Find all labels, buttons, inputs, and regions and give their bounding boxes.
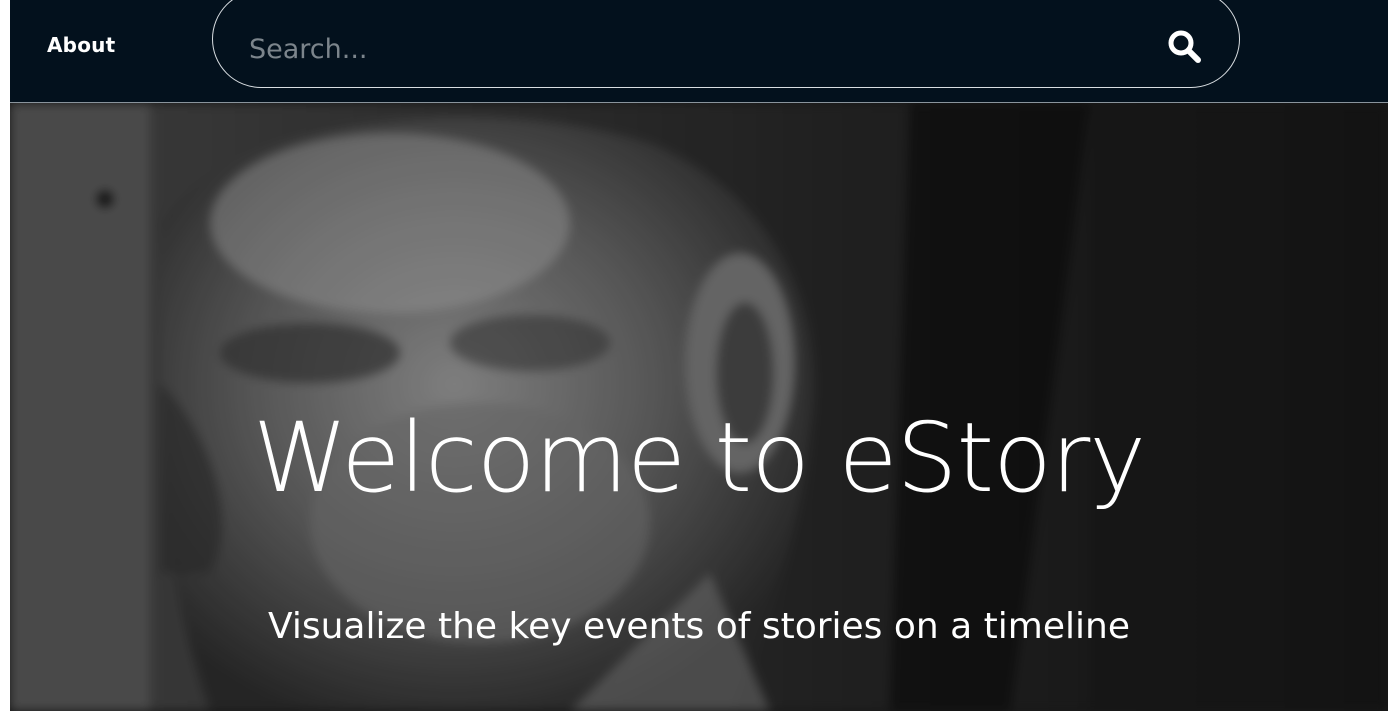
search-input[interactable] (249, 29, 1129, 69)
page: About Search... Welcome to eStory Visual… (10, 0, 1388, 711)
search-bar[interactable] (212, 0, 1240, 88)
search-icon[interactable] (1165, 27, 1205, 67)
top-navbar: About (10, 0, 1388, 103)
hero-banner: Welcome to eStory Visualize the key even… (10, 103, 1388, 711)
nav-about-link[interactable]: About (47, 33, 115, 57)
hero-subtitle: Visualize the key events of stories on a… (268, 606, 1130, 647)
hero-title: Welcome to eStory (252, 402, 1146, 514)
